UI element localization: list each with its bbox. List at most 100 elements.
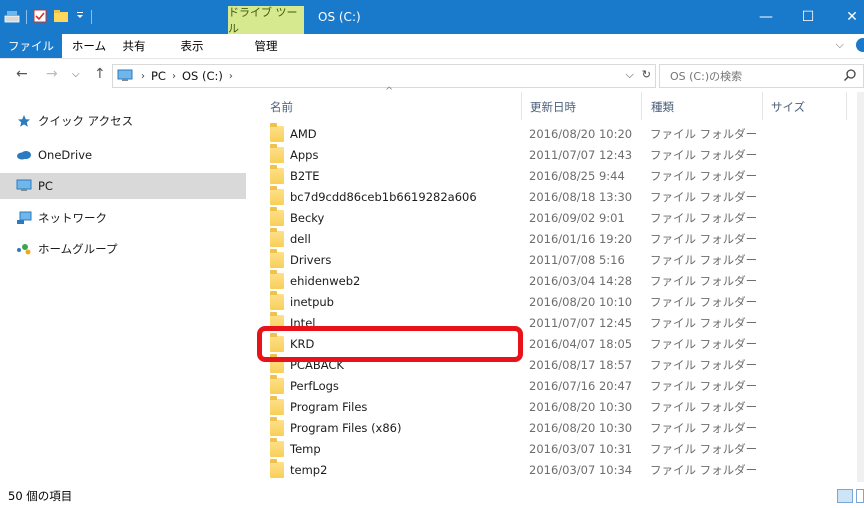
file-name: Temp [290,441,321,456]
nav-item-label: ホームグループ [38,242,118,256]
table-row[interactable]: temp2 2016/03/07 10:34 ファイル フォルダー [262,458,862,480]
file-date: 2016/08/25 9:44 [529,168,625,183]
table-row[interactable]: inetpub 2016/08/20 10:10 ファイル フォルダー [262,290,862,312]
sort-ascending-icon: ^ [385,86,394,97]
address-bar[interactable]: › PC › OS (C:) › ⌵ ↻ [112,64,656,88]
table-row[interactable]: PCABACK 2016/08/17 18:57 ファイル フォルダー [262,353,862,375]
table-row[interactable]: Intel 2011/07/07 12:45 ファイル フォルダー [262,311,862,333]
table-row[interactable]: PerfLogs 2016/07/16 20:47 ファイル フォルダー [262,374,862,396]
table-row[interactable]: Apps 2011/07/07 12:43 ファイル フォルダー [262,143,862,165]
column-header-name[interactable]: 名前 [270,92,293,122]
nav-item-label: PC [38,179,53,193]
table-row[interactable]: KRD 2016/04/07 18:05 ファイル フォルダー [262,332,862,354]
file-name: ehidenweb2 [290,273,361,288]
column-header-size[interactable]: サイズ [771,92,805,122]
search-icon[interactable] [843,68,857,85]
toolbar-separator [91,10,92,24]
file-type: ファイル フォルダー [650,399,758,414]
back-button[interactable]: ← [16,66,28,82]
file-type: ファイル フォルダー [650,420,758,435]
folder-icon [270,248,284,268]
forward-button[interactable]: → [46,66,58,82]
file-name: inetpub [290,294,334,309]
folder-icon [270,416,284,436]
file-date: 2016/07/16 20:47 [529,378,633,393]
nav-item-label: クイック アクセス [38,114,134,128]
table-row[interactable]: B2TE 2016/08/25 9:44 ファイル フォルダー [262,164,862,186]
tab-file[interactable]: ファイル [0,34,62,58]
column-divider[interactable] [846,92,847,120]
folder-icon [270,143,284,163]
file-date: 2011/07/07 12:45 [529,315,633,330]
file-date: 2016/08/17 18:57 [529,357,633,372]
breadcrumb-arrow-icon[interactable]: › [172,71,176,82]
customize-qat-icon[interactable] [75,9,85,26]
table-row[interactable]: AMD 2016/08/20 10:20 ファイル フォルダー [262,123,862,144]
tab-drive-tools[interactable]: ドライブ ツール [228,6,304,35]
tab-home[interactable]: ホーム [68,34,110,58]
table-row[interactable]: Becky 2016/09/02 9:01 ファイル フォルダー [262,206,862,228]
folder-icon [270,227,284,247]
file-name: Becky [290,210,325,225]
nav-item-onedrive[interactable]: OneDrive [0,142,246,168]
recent-locations-icon[interactable]: ⌵ [72,69,80,80]
table-row[interactable]: ehidenweb2 2016/03/04 14:28 ファイル フォルダー [262,269,862,291]
breadcrumb-pc[interactable]: PC [151,69,166,83]
table-row[interactable]: Program Files (x86) 2016/08/20 10:30 ファイル … [262,416,862,438]
folder-icon [270,164,284,184]
file-date: 2011/07/08 5:16 [529,252,625,267]
table-row[interactable]: dell 2016/01/16 19:20 ファイル フォルダー [262,227,862,249]
ribbon-expand-icon[interactable]: ⌵ [836,38,844,52]
folder-icon [270,458,284,478]
minimize-button[interactable]: — [744,0,788,34]
nav-item-homegroup[interactable]: ホームグループ [0,236,246,262]
folder-icon [270,353,284,373]
search-box[interactable] [659,64,864,88]
vertical-scrollbar[interactable] [857,92,864,482]
window-title: OS (C:) [318,10,361,24]
nav-item-network[interactable]: ネットワーク [0,205,246,231]
new-folder-icon[interactable] [53,9,69,26]
folder-icon [270,206,284,226]
column-header-date[interactable]: 更新日時 [530,92,576,122]
file-name: KRD [290,336,315,351]
pc-location-icon [117,68,135,85]
file-name: Program Files [290,399,368,414]
tab-manage[interactable]: 管理 [240,34,292,58]
column-divider[interactable] [641,92,642,120]
item-count: 50 個の項目 [8,489,73,503]
file-type: ファイル フォルダー [650,462,758,477]
properties-icon[interactable] [33,9,47,26]
nav-item-pc[interactable]: PC [0,173,246,199]
table-row[interactable]: Drivers 2011/07/08 5:16 ファイル フォルダー [262,248,862,270]
address-dropdown-icon[interactable]: ⌵ [625,68,633,82]
maximize-button[interactable]: ☐ [786,0,830,34]
table-row[interactable]: Program Files 2016/08/20 10:30 ファイル フォルダー [262,395,862,417]
column-divider[interactable] [762,92,763,120]
column-divider[interactable] [521,92,522,120]
search-input[interactable] [668,68,842,84]
help-icon[interactable] [856,38,864,52]
table-row[interactable]: Temp 2016/03/07 10:31 ファイル フォルダー [262,437,862,459]
large-icons-view-icon[interactable] [856,489,864,503]
breadcrumb-arrow-icon[interactable]: › [229,71,233,82]
nav-item-quick-access[interactable]: クイック アクセス [0,108,246,134]
breadcrumb-drive[interactable]: OS (C:) [182,69,223,83]
details-view-icon[interactable] [837,489,853,503]
file-name: B2TE [290,168,320,183]
refresh-icon[interactable]: ↻ [642,68,651,82]
drive-icon[interactable] [4,9,20,26]
column-header-type[interactable]: 種類 [651,92,674,122]
table-row[interactable]: bc7d9cdd86ceb1b6619282a606 2016/08/18 13:… [262,185,862,207]
file-name: Intel [290,315,316,330]
file-type: ファイル フォルダー [650,315,758,330]
ribbon-tabs: ファイル ホーム 共有 表示 管理 ⌵ [0,34,864,59]
tab-share[interactable]: 共有 [116,34,152,58]
up-button[interactable]: ↑ [94,66,106,82]
address-controls: ⌵ ↻ [625,68,651,82]
tab-view[interactable]: 表示 [174,34,210,58]
folder-icon [270,437,284,457]
view-switcher [837,489,864,503]
close-button[interactable]: ✕ [830,0,864,34]
breadcrumb-arrow-icon[interactable]: › [141,71,145,82]
